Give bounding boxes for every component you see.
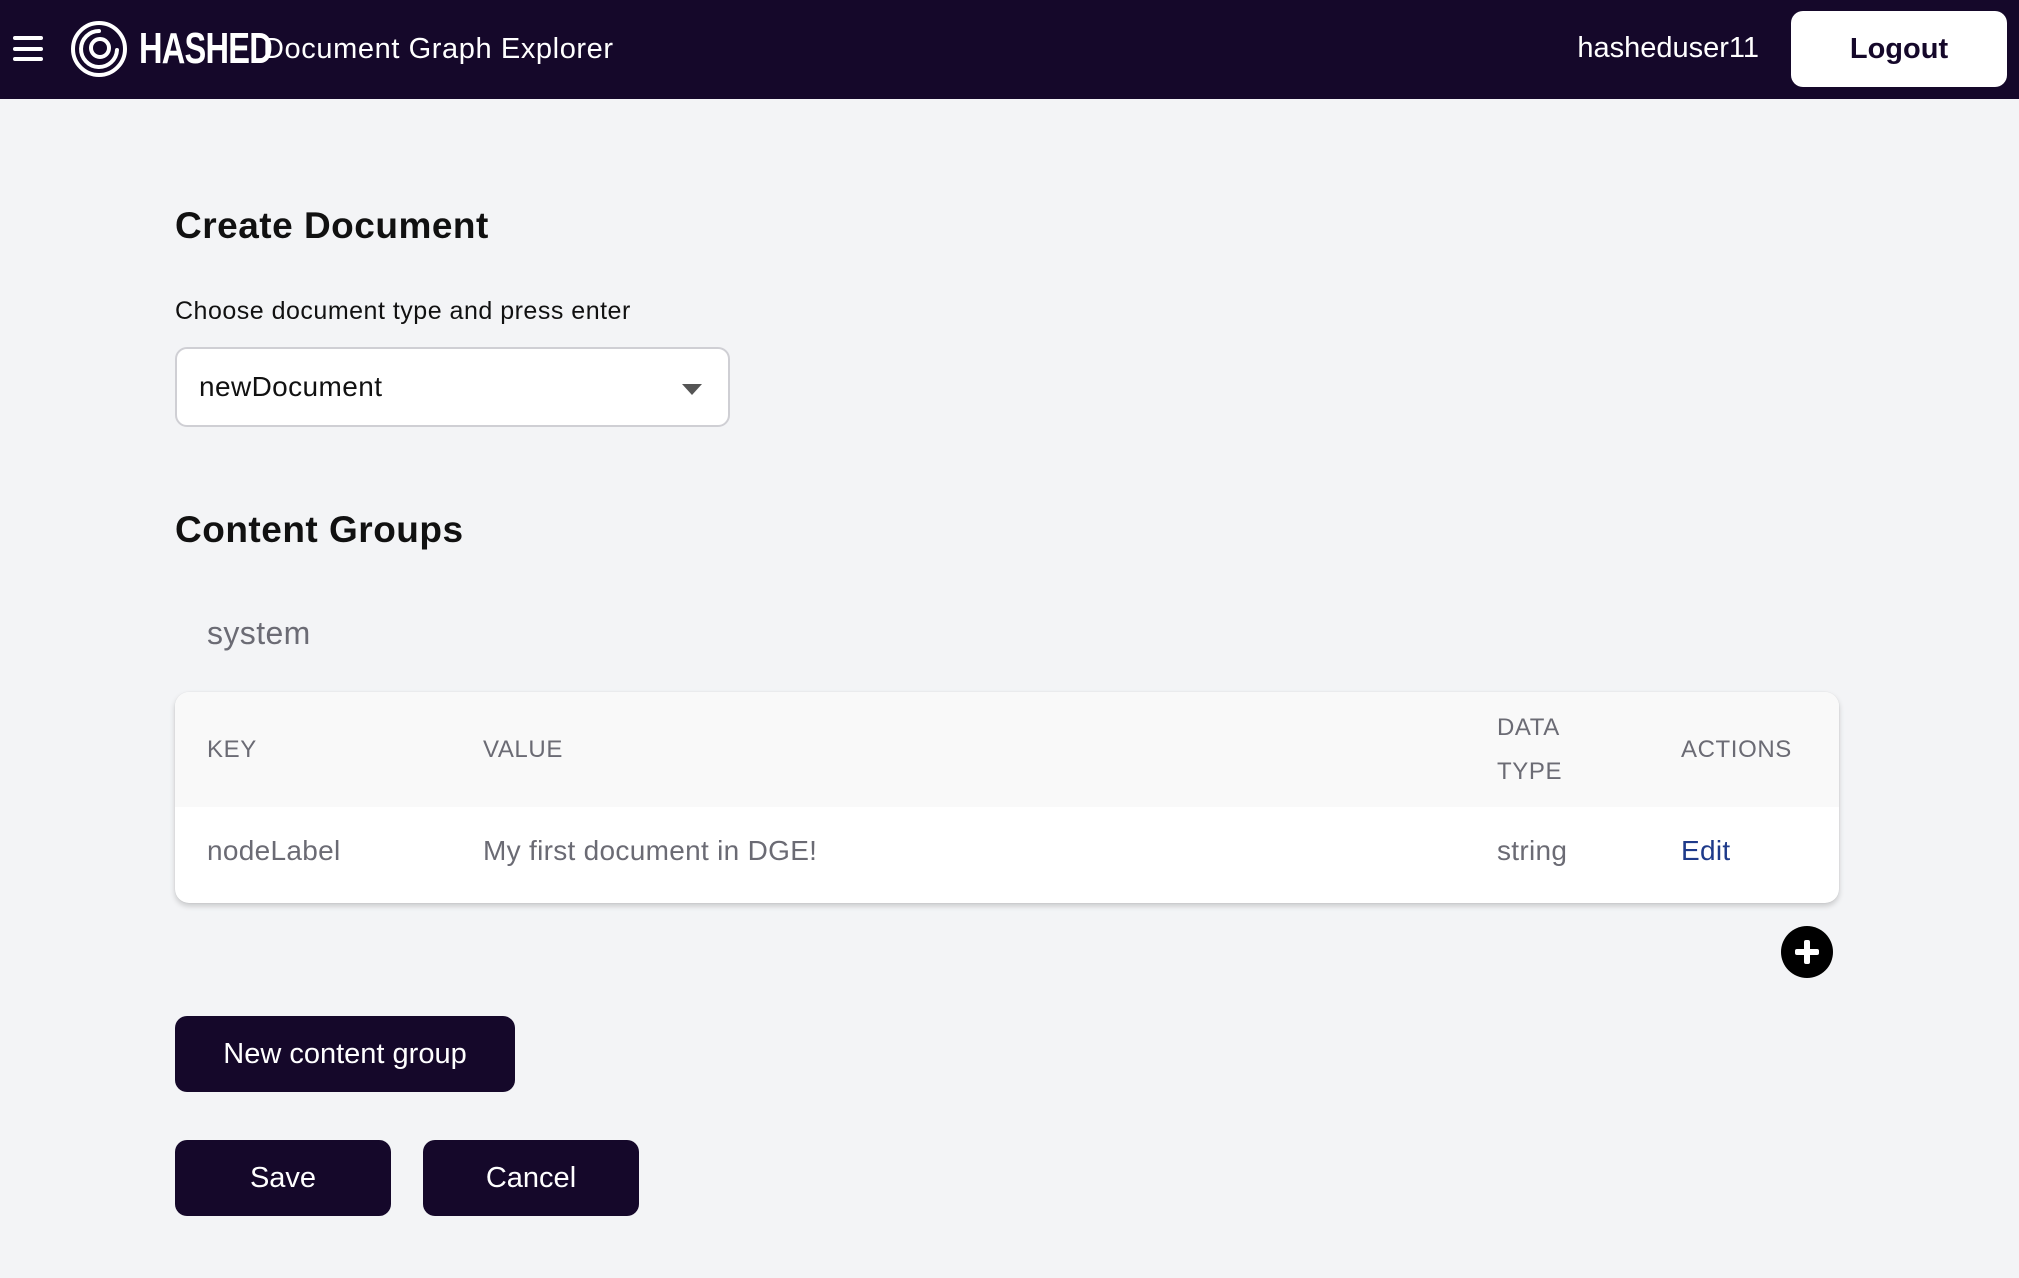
page-title: Create Document: [175, 205, 489, 246]
document-type-label: Choose document type and press enter: [175, 297, 631, 325]
hamburger-menu-icon[interactable]: [13, 36, 43, 61]
logo-wordmark: HASHED: [139, 24, 273, 73]
username-label: hasheduser11: [1577, 32, 1759, 64]
column-header-value: VALUE: [483, 736, 563, 763]
content-group-table: KEY VALUE DATA TYPE ACTIONS nodeLabel My…: [175, 692, 1839, 903]
column-header-actions: ACTIONS: [1681, 736, 1792, 763]
app-title: Document Graph Explorer: [263, 33, 614, 65]
plus-circle-icon: [1795, 940, 1819, 964]
document-type-selected-value: newDocument: [199, 371, 383, 402]
document-type-select[interactable]: newDocument: [175, 347, 730, 427]
cancel-button[interactable]: Cancel: [423, 1140, 639, 1216]
table-header: KEY VALUE DATA TYPE ACTIONS: [175, 692, 1839, 807]
row-data-type: string: [1497, 835, 1568, 866]
content-groups-title: Content Groups: [175, 509, 464, 550]
row-key: nodeLabel: [207, 835, 341, 866]
top-navigation-bar: HASHED Document Graph Explorer hasheduse…: [0, 0, 2019, 99]
column-header-key: KEY: [207, 736, 257, 763]
edit-link[interactable]: Edit: [1681, 833, 1730, 869]
spiral-logo-icon: [71, 21, 127, 77]
save-button[interactable]: Save: [175, 1140, 391, 1216]
column-header-data-type: DATA TYPE: [1497, 714, 1563, 785]
new-content-group-button[interactable]: New content group: [175, 1016, 515, 1092]
content-group-name: system: [207, 615, 311, 651]
add-row-button[interactable]: [1781, 926, 1833, 978]
caret-down-icon: [682, 384, 702, 395]
row-value: My first document in DGE!: [483, 835, 818, 866]
logout-button[interactable]: Logout: [1791, 11, 2007, 87]
